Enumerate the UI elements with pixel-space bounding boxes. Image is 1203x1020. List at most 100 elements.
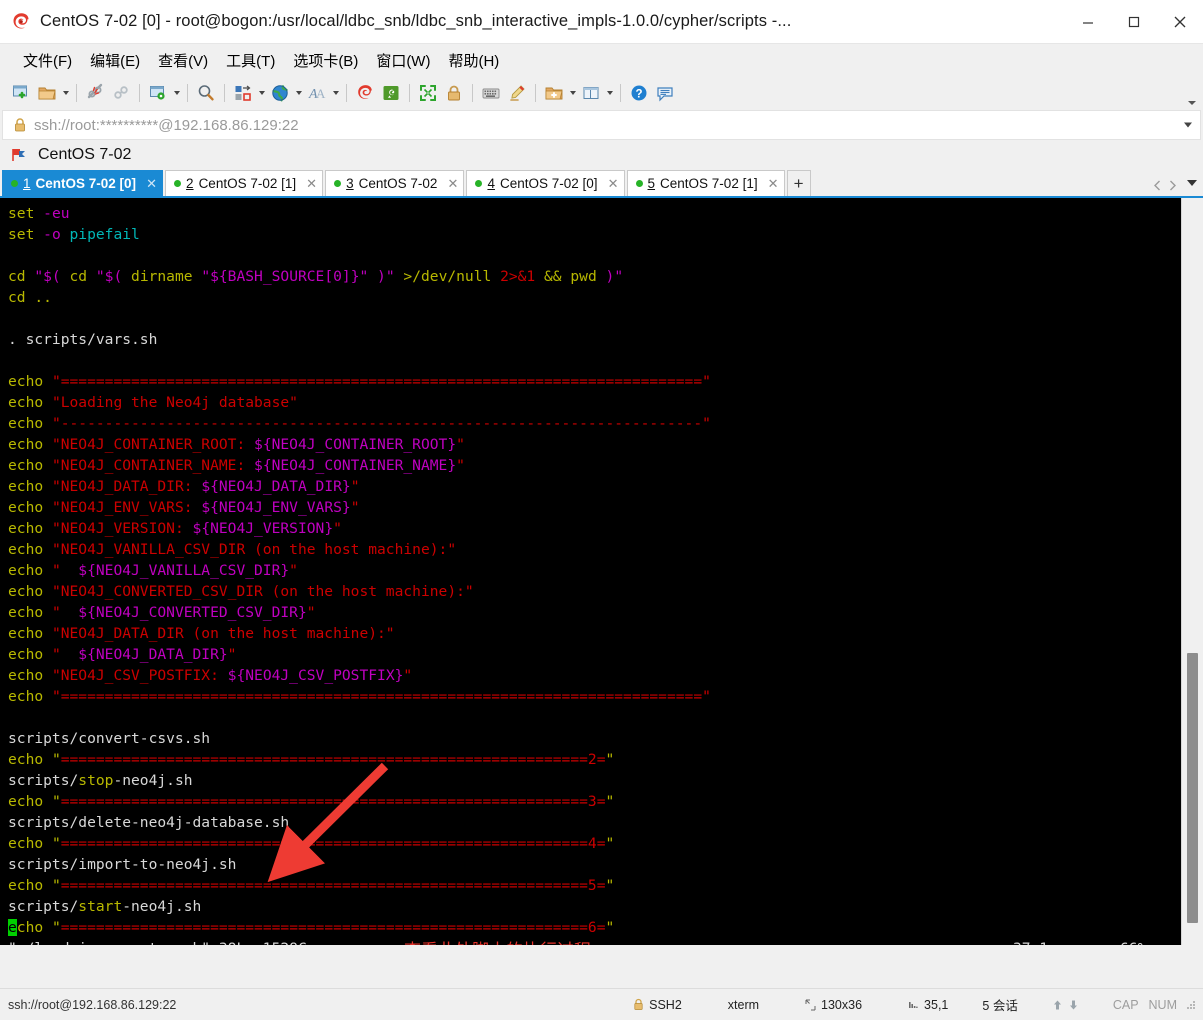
- terminal-line: echo "Loading the Neo4j database": [8, 392, 1181, 413]
- terminal-span: scripts/import-to-neo4j.sh: [8, 856, 237, 873]
- open-folder-icon[interactable]: [34, 80, 60, 106]
- menu-window[interactable]: 窗口(W): [367, 47, 439, 74]
- terminal-span: "$(: [34, 268, 70, 285]
- layout-icon[interactable]: [578, 80, 604, 106]
- menu-edit[interactable]: 编辑(E): [81, 47, 149, 74]
- terminal-line: echo "NEO4J_DATA_DIR (on the host machin…: [8, 623, 1181, 644]
- new-folder-dropdown-icon[interactable]: [567, 80, 578, 106]
- tab-close-icon[interactable]: ✕: [607, 177, 620, 190]
- terminal-span: ": [51, 646, 79, 663]
- toolbar-separator: [76, 84, 77, 102]
- toolbar-separator: [139, 84, 140, 102]
- xftp-icon[interactable]: [378, 80, 404, 106]
- tab-4[interactable]: 4 CentOS 7-02 [0] ✕: [466, 170, 625, 196]
- terminal-scrollbar[interactable]: [1181, 198, 1203, 945]
- tab-close-icon[interactable]: ✕: [767, 177, 780, 190]
- terminal-span: ${NEO4J_ENV_VARS}: [201, 499, 351, 516]
- close-button[interactable]: [1157, 0, 1203, 44]
- terminal-span: ": [51, 562, 79, 579]
- menu-file[interactable]: 文件(F): [14, 47, 81, 74]
- terminal-span: echo: [8, 877, 52, 894]
- terminal-line: scripts/import-to-neo4j.sh: [8, 854, 1181, 875]
- keyboard-icon[interactable]: [478, 80, 504, 106]
- feedback-icon[interactable]: [652, 80, 678, 106]
- toolbar-separator: [409, 84, 410, 102]
- terminal-span: )": [605, 268, 624, 285]
- address-input[interactable]: ssh://root:**********@192.168.86.129:22: [34, 117, 299, 134]
- globe-icon[interactable]: [267, 80, 293, 106]
- minimize-button[interactable]: [1065, 0, 1111, 44]
- terminal-span: ": [306, 604, 316, 621]
- terminal-span: ": [456, 436, 465, 453]
- tab-close-icon[interactable]: ✕: [305, 177, 318, 190]
- menu-view[interactable]: 查看(V): [149, 47, 217, 74]
- reconnect-icon[interactable]: [108, 80, 134, 106]
- terminal-span: -neo4j.sh: [122, 898, 202, 915]
- tab-status-dot: [174, 180, 182, 187]
- toolbar-separator: [535, 84, 536, 102]
- terminal-scrollbar-thumb[interactable]: [1187, 653, 1198, 923]
- globe-dropdown-icon[interactable]: [293, 80, 304, 106]
- terminal-span: ========================================…: [60, 919, 606, 936]
- transfer-dropdown-icon[interactable]: [256, 80, 267, 106]
- tab-3[interactable]: 3 CentOS 7-02 ✕: [325, 170, 465, 196]
- font-icon[interactable]: A A: [304, 80, 330, 106]
- terminal-line: scripts/convert-csvs.sh: [8, 728, 1181, 749]
- tab-close-icon[interactable]: ✕: [446, 177, 459, 190]
- session-properties-icon[interactable]: [145, 80, 171, 106]
- terminal-output[interactable]: set -eu set -o pipefail cd "$( cd "$( dir…: [2, 198, 1181, 945]
- terminal-line: echo "==================================…: [8, 371, 1181, 392]
- terminal-span: ${NEO4J_CONTAINER_ROOT}: [254, 436, 457, 453]
- toolbar-overflow-icon[interactable]: [1187, 97, 1197, 109]
- status-size-label: 130x36: [821, 997, 863, 1012]
- session-title-row: CentOS 7-02: [0, 140, 1203, 170]
- fullscreen-icon[interactable]: [415, 80, 441, 106]
- layout-dropdown-icon[interactable]: [604, 80, 615, 106]
- menu-tools[interactable]: 工具(T): [217, 47, 284, 74]
- new-tab-button[interactable]: +: [786, 170, 811, 196]
- maximize-button[interactable]: [1111, 0, 1157, 44]
- chevron-left-icon[interactable]: [1153, 178, 1162, 190]
- xshell-icon[interactable]: [352, 80, 378, 106]
- menu-tabs[interactable]: 选项卡(B): [284, 47, 367, 74]
- terminal-span: scripts/vars.sh: [25, 331, 158, 348]
- terminal-span: e: [8, 919, 17, 936]
- new-session-icon[interactable]: [8, 80, 34, 106]
- terminal-line: echo "NEO4J_CONTAINER_NAME: ${NEO4J_CONT…: [8, 455, 1181, 476]
- terminal-span: cd: [8, 268, 35, 285]
- tab-list-icon[interactable]: [1187, 180, 1197, 186]
- tab-1[interactable]: 1 CentOS 7-02 [0] ✕: [2, 170, 164, 196]
- menu-help[interactable]: 帮助(H): [439, 47, 508, 74]
- tab-status-dot: [635, 180, 643, 187]
- new-folder-icon[interactable]: [541, 80, 567, 106]
- transfer-icon[interactable]: [230, 80, 256, 106]
- terminal-span: ": [51, 919, 61, 936]
- session-properties-dropdown-icon[interactable]: [171, 80, 182, 106]
- disconnect-icon[interactable]: [82, 80, 108, 106]
- terminal-span: "NEO4J_DATA_DIR:: [51, 478, 202, 495]
- help-icon[interactable]: ?: [626, 80, 652, 106]
- terminal-area[interactable]: set -eu set -o pipefail cd "$( cd "$( dir…: [0, 198, 1203, 945]
- open-folder-dropdown-icon[interactable]: [60, 80, 71, 106]
- terminal-span: .: [8, 331, 26, 348]
- terminal-line: echo "==================================…: [8, 791, 1181, 812]
- tab-2[interactable]: 2 CentOS 7-02 [1] ✕: [165, 170, 324, 196]
- status-caps-lock: CAP: [1112, 997, 1139, 1012]
- font-dropdown-icon[interactable]: [330, 80, 341, 106]
- address-bar[interactable]: ssh://root:**********@192.168.86.129:22: [2, 110, 1201, 140]
- terminal-span: ${NEO4J_CSV_POSTFIX}: [227, 667, 404, 684]
- terminal-span: -eu: [43, 205, 70, 222]
- tab-close-icon[interactable]: ✕: [145, 177, 158, 190]
- highlight-icon[interactable]: [504, 80, 530, 106]
- tab-5[interactable]: 5 CentOS 7-02 [1] ✕: [626, 170, 785, 196]
- chevron-down-icon[interactable]: [1184, 122, 1192, 128]
- search-icon[interactable]: [193, 80, 219, 106]
- chevron-right-icon[interactable]: [1168, 178, 1177, 190]
- resize-grip-icon[interactable]: [1185, 999, 1197, 1011]
- terminal-span: echo: [8, 562, 52, 579]
- terminal-span: ========================================…: [60, 751, 606, 768]
- status-term-type: xterm: [727, 997, 760, 1012]
- terminal-span: "${BASH_SOURCE[0]}" )": [201, 268, 404, 285]
- tab-status-dot: [475, 180, 483, 187]
- lock-icon[interactable]: [441, 80, 467, 106]
